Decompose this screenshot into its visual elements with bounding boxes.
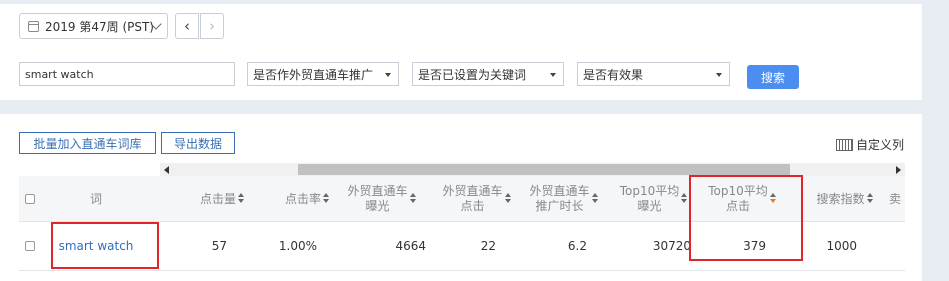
keyword-search-input[interactable] — [19, 62, 235, 86]
scroll-right-icon[interactable] — [896, 166, 901, 174]
sort-icon[interactable] — [681, 193, 688, 204]
header-p4p-impressions-line1: 外贸直通车 — [347, 183, 408, 198]
header-word: 词 — [51, 176, 141, 221]
cell-top10-impressions: 30720 — [652, 239, 691, 253]
select-all-checkbox[interactable] — [25, 193, 35, 204]
cell-p4p-clicks: 22 — [480, 239, 496, 253]
columns-icon — [835, 138, 853, 151]
header-search-index[interactable]: 搜索指数 — [807, 176, 882, 221]
header-p4p-duration[interactable]: 外贸直通车 推广时长 — [521, 176, 606, 221]
highlight-keyword-box — [51, 222, 159, 269]
chevron-left-icon: ‹ — [184, 17, 190, 35]
scroll-left-icon[interactable] — [164, 166, 169, 174]
header-top10-impressions[interactable]: Top10平均 曝光 — [611, 176, 696, 221]
caret-down-icon — [716, 73, 722, 77]
search-button[interactable]: 搜索 — [747, 65, 799, 89]
header-seller-label: 卖 — [889, 192, 902, 206]
cell-clicks: 57 — [211, 239, 227, 253]
week-label: 2019 第47周 (PST) — [45, 19, 154, 34]
sort-icon[interactable] — [323, 193, 329, 204]
cell-search-index: 1000 — [826, 239, 857, 253]
header-p4p-duration-line2: 推广时长 — [535, 198, 584, 213]
header-p4p-impressions[interactable]: 外贸直通车 曝光 — [339, 176, 424, 221]
effect-value: 是否有效果 — [583, 67, 644, 82]
header-p4p-clicks-line2: 点击 — [460, 198, 485, 213]
calendar-icon — [28, 20, 39, 32]
header-p4p-clicks[interactable]: 外贸直通车 点击 — [434, 176, 519, 221]
header-p4p-clicks-line1: 外贸直通车 — [442, 183, 503, 198]
cell-p4p-impressions: 4664 — [395, 239, 426, 253]
chevron-right-icon: › — [209, 17, 215, 35]
filter-panel: 2019 第47周 (PST) ‹ › 是否作外贸直通车推广 是否已设置为关键词… — [0, 4, 922, 100]
keyword-table-panel: 批量加入直通车词库 导出数据 自定义列 词 点击量 点击率 外贸直通车 曝光 外贸… — [0, 114, 922, 281]
caret-down-icon — [385, 73, 391, 77]
header-word-label: 词 — [89, 192, 102, 206]
prev-week-button[interactable]: ‹ — [175, 13, 199, 39]
sort-icon[interactable] — [504, 193, 511, 204]
cell-p4p-duration: 6.2 — [567, 239, 587, 253]
custom-columns-label: 自定义列 — [855, 138, 904, 152]
header-search-index-label: 搜索指数 — [816, 192, 865, 206]
header-top10-impressions-line1: Top10平均 — [619, 183, 680, 198]
select-all-cell — [23, 176, 37, 221]
sort-icon[interactable] — [409, 193, 416, 204]
effect-select[interactable]: 是否有效果 — [577, 62, 730, 86]
sort-icon[interactable] — [591, 193, 598, 204]
header-ctr-label: 点击率 — [284, 192, 321, 206]
custom-columns-button[interactable]: 自定义列 — [835, 136, 904, 153]
header-p4p-duration-line1: 外贸直通车 — [529, 183, 590, 198]
row-select-cell — [23, 222, 37, 270]
cell-ctr: 1.00% — [278, 239, 317, 253]
promo-status-value: 是否作外贸直通车推广 — [253, 67, 374, 82]
header-p4p-impressions-line2: 曝光 — [365, 198, 390, 213]
next-week-button[interactable]: › — [200, 13, 224, 39]
header-clicks[interactable]: 点击量 — [169, 176, 244, 221]
sort-icon[interactable] — [866, 193, 873, 204]
keyword-status-value: 是否已设置为关键词 — [418, 67, 527, 82]
promo-status-select[interactable]: 是否作外贸直通车推广 — [247, 62, 399, 86]
header-clicks-label: 点击量 — [199, 192, 236, 206]
header-seller: 卖 — [889, 176, 905, 221]
keyword-status-select[interactable]: 是否已设置为关键词 — [412, 62, 564, 86]
row-checkbox[interactable] — [25, 241, 35, 251]
batch-add-button[interactable]: 批量加入直通车词库 — [19, 132, 156, 154]
header-ctr[interactable]: 点击率 — [254, 176, 329, 221]
week-select[interactable]: 2019 第47周 (PST) — [19, 13, 168, 39]
export-button[interactable]: 导出数据 — [161, 132, 235, 154]
highlight-top10-clicks-box — [689, 175, 803, 261]
scrollbar-thumb[interactable] — [298, 164, 790, 175]
header-top10-impressions-line2: 曝光 — [637, 198, 662, 213]
sort-icon[interactable] — [238, 193, 244, 204]
caret-down-icon — [550, 73, 556, 77]
